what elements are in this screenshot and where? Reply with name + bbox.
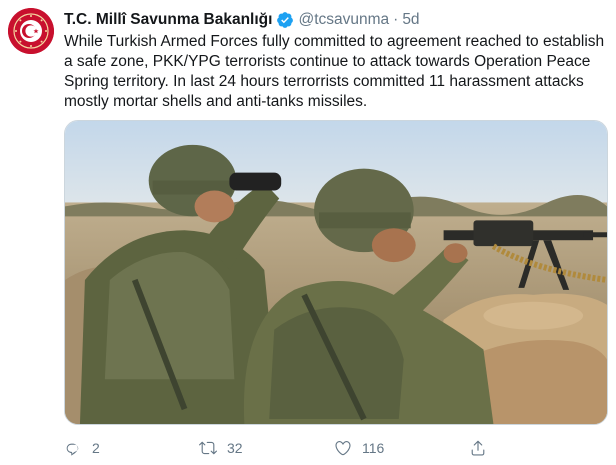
retweet-button[interactable]: 32 [199, 439, 334, 457]
retweet-count: 32 [227, 440, 243, 456]
tweet-actions: 2 32 116 [64, 436, 604, 460]
reply-icon [66, 443, 79, 456]
tweet[interactable]: T.C. Millî Savunma Bakanlığı @tcsavunma … [0, 0, 616, 465]
like-count: 116 [362, 440, 385, 456]
heart-icon [335, 441, 351, 456]
soldiers-photo-icon [65, 121, 607, 424]
retweet-icon [199, 441, 217, 455]
tweet-text: While Turkish Armed Forces fully committ… [64, 33, 605, 110]
tweet-photo[interactable] [64, 120, 608, 425]
avatar[interactable] [8, 8, 54, 54]
verified-badge-icon [276, 11, 294, 29]
author-name[interactable]: T.C. Millî Savunma Bakanlığı [64, 11, 272, 29]
share-button[interactable] [469, 439, 604, 457]
tweet-time[interactable]: 5d [402, 11, 419, 29]
reply-button[interactable]: 2 [64, 439, 199, 457]
author-handle[interactable]: @tcsavunma [298, 11, 389, 29]
share-icon [471, 440, 485, 456]
separator-dot: · [393, 11, 399, 28]
reply-count: 2 [92, 440, 100, 456]
ministry-emblem-icon [8, 8, 54, 54]
tweet-header: T.C. Millî Savunma Bakanlığı @tcsavunma … [64, 9, 606, 31]
like-button[interactable]: 116 [334, 439, 469, 457]
